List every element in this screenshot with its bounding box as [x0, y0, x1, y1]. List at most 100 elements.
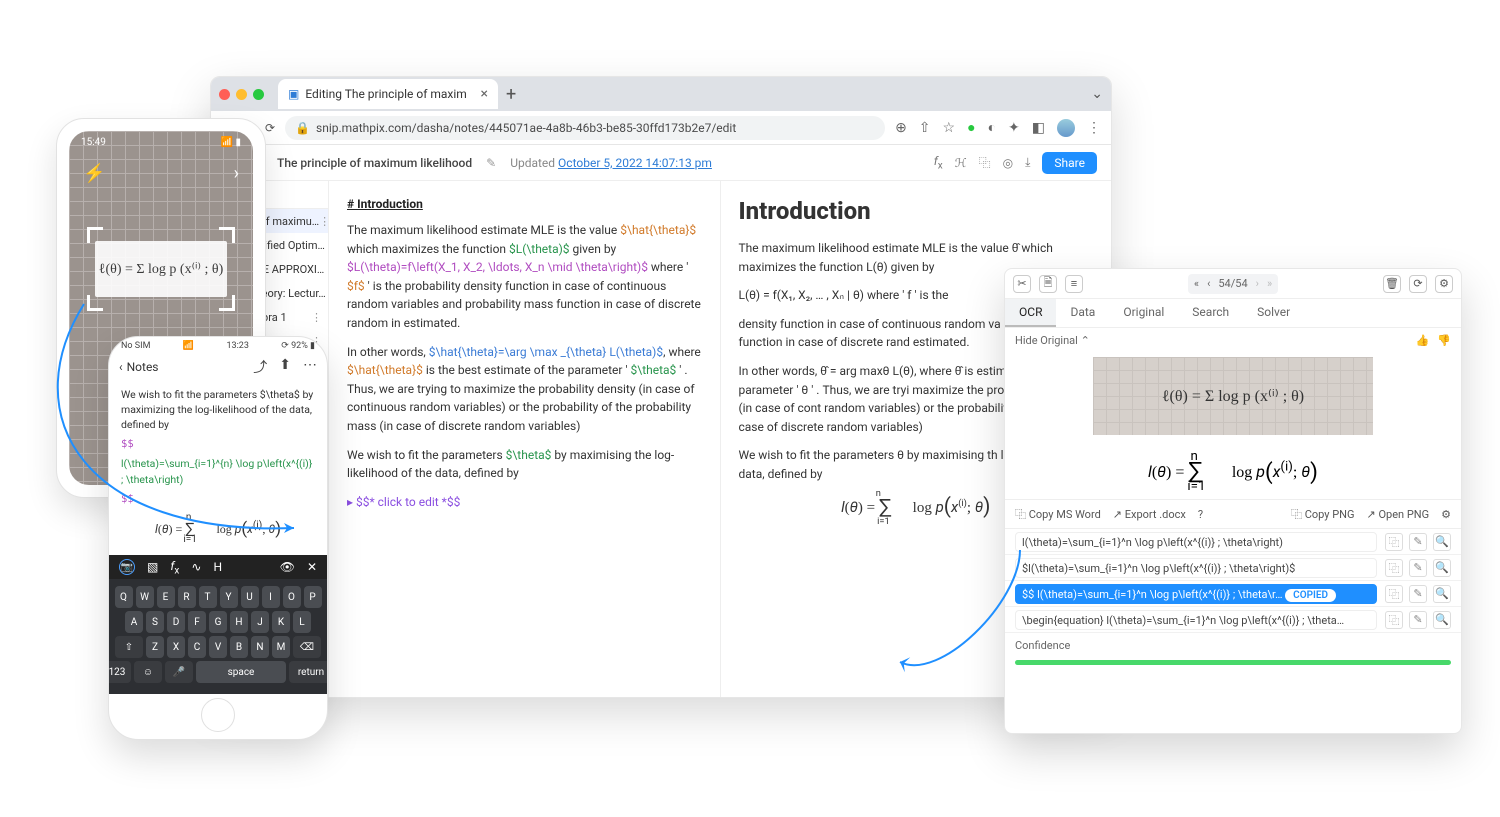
copy-icon[interactable]: ⿻	[1385, 559, 1403, 577]
next-icon[interactable]: ›	[1256, 277, 1259, 290]
key[interactable]: U	[241, 586, 259, 608]
star-icon[interactable]: ☆	[943, 120, 956, 136]
key[interactable]: X	[167, 636, 185, 658]
eye-icon[interactable]: 👁	[280, 560, 295, 574]
key[interactable]: N	[251, 636, 269, 658]
first-icon[interactable]: «	[1194, 277, 1199, 290]
space-key[interactable]: space	[196, 661, 286, 683]
item-menu-icon[interactable]: ⋮	[311, 311, 322, 324]
key[interactable]: H	[230, 611, 248, 633]
copy-icon[interactable]: ⿻	[1385, 585, 1403, 603]
extensions-icon[interactable]: ✦	[1008, 120, 1020, 136]
chevron-right-icon[interactable]: ›	[234, 163, 239, 184]
copy-icon[interactable]: ⿻	[1385, 611, 1403, 629]
key[interactable]: A	[125, 611, 143, 633]
download-icon[interactable]: ⤓	[1025, 155, 1030, 170]
search-icon[interactable]: 🔍	[1433, 533, 1451, 551]
key[interactable]: J	[251, 611, 269, 633]
scribble-icon[interactable]: ∿	[191, 560, 201, 574]
help-icon[interactable]: ?	[1198, 508, 1203, 521]
tab-solver[interactable]: Solver	[1243, 299, 1304, 327]
kebab-icon[interactable]: ⋮	[1087, 120, 1101, 136]
edit-icon[interactable]: ✎	[1409, 585, 1427, 603]
code-text[interactable]: $$ l(\theta)=\sum_{i=1}^n \log p\left(x^…	[1015, 584, 1377, 604]
copy-png-button[interactable]: ⿻ Copy PNG	[1291, 506, 1355, 522]
edit-icon[interactable]: ✎	[1409, 533, 1427, 551]
new-tab-button[interactable]: +	[506, 84, 516, 105]
updated-time-link[interactable]: October 5, 2022 14:07:13 pm	[558, 156, 712, 170]
key[interactable]: S	[146, 611, 164, 633]
export-docx-button[interactable]: ↗ Export .docx	[1113, 508, 1186, 521]
more-icon[interactable]: ⋯	[303, 357, 317, 377]
key[interactable]: W	[136, 586, 154, 608]
profile-avatar[interactable]	[1057, 119, 1075, 137]
return-key[interactable]: return	[289, 661, 328, 683]
capture-icon[interactable]: ✂	[1013, 275, 1031, 293]
key[interactable]: R	[178, 586, 196, 608]
key[interactable]: T	[199, 586, 217, 608]
refresh-icon[interactable]: ⟳	[1409, 275, 1427, 293]
edit-icon[interactable]: ✎	[1409, 611, 1427, 629]
home-button[interactable]	[201, 698, 235, 732]
search-icon[interactable]: 🔍	[1433, 559, 1451, 577]
thumb-up-icon[interactable]: 👍	[1416, 334, 1430, 347]
key[interactable]: D	[167, 611, 185, 633]
tab-data[interactable]: Data	[1056, 299, 1109, 327]
key[interactable]: Y	[220, 586, 238, 608]
key[interactable]: M	[272, 636, 290, 658]
search-icon[interactable]: 🔍	[1433, 611, 1451, 629]
item-menu-icon[interactable]: ⋮	[319, 215, 328, 228]
minimize-dot[interactable]	[236, 89, 247, 100]
code-text[interactable]: $l(\theta)=\sum_{i=1}^n \log p\left(x^{(…	[1015, 558, 1377, 578]
item-menu-icon[interactable]: ⋮	[325, 239, 328, 252]
history-nav[interactable]: « ‹ 54/54 › »	[1188, 274, 1278, 294]
mic-key[interactable]: 🎤	[165, 661, 193, 683]
key[interactable]: Q	[115, 586, 133, 608]
settings-icon[interactable]: ⚙	[1441, 508, 1451, 521]
image-icon[interactable]: ▧	[147, 560, 158, 574]
tab-ocr[interactable]: OCR	[1005, 299, 1056, 327]
maximize-dot[interactable]	[253, 89, 264, 100]
key[interactable]: G	[209, 611, 227, 633]
share-icon[interactable]: ⇧	[919, 120, 931, 136]
key[interactable]: L	[293, 611, 311, 633]
tabs-chevron-icon[interactable]: ⌄	[1091, 86, 1103, 102]
code-text[interactable]: l(\theta)=\sum_{i=1}^n \log p\left(x^{(i…	[1015, 532, 1377, 552]
tab-original[interactable]: Original	[1109, 299, 1178, 327]
upload-icon[interactable]: ⬆	[279, 357, 291, 377]
last-icon[interactable]: »	[1267, 277, 1272, 290]
flash-icon[interactable]: ⚡	[83, 163, 105, 184]
crop-frame[interactable]: ℓ(θ) = Σ log p (x⁽ⁱ⁾ ; θ)	[87, 227, 235, 311]
code-text[interactable]: \begin{equation} l(\theta)=\sum_{i=1}^n …	[1015, 610, 1377, 630]
key[interactable]: C	[188, 636, 206, 658]
copy-word-button[interactable]: ⿻ Copy MS Word	[1015, 506, 1101, 522]
close-icon[interactable]: ✕	[307, 560, 317, 574]
share-icon[interactable]: ⤴	[253, 357, 267, 377]
close-dot[interactable]	[219, 89, 230, 100]
key[interactable]: K	[272, 611, 290, 633]
tab-search[interactable]: Search	[1178, 299, 1243, 327]
click-to-edit[interactable]: ▸ $$* click to edit *$$	[347, 493, 702, 512]
open-png-button[interactable]: ↗ Open PNG	[1367, 508, 1430, 521]
extension-dot2-icon[interactable]: ◐	[988, 119, 996, 136]
close-tab-icon[interactable]: ×	[481, 86, 488, 102]
key[interactable]: I	[262, 586, 280, 608]
url-box[interactable]: 🔒 snip.mathpix.com/dasha/notes/445071ae-…	[285, 116, 885, 140]
reload-icon[interactable]: ⟳	[265, 121, 275, 135]
emoji-key[interactable]: ☺	[134, 661, 162, 683]
trash-icon[interactable]: 🗑	[1383, 275, 1401, 293]
heading-icon[interactable]: H	[213, 560, 222, 574]
key[interactable]: V	[209, 636, 227, 658]
copy-icon[interactable]: ⿻	[979, 154, 991, 171]
key[interactable]: B	[230, 636, 248, 658]
search-icon[interactable]: 🔍	[1433, 585, 1451, 603]
list-icon[interactable]: ≡	[1065, 275, 1083, 293]
fx-icon[interactable]: fx	[934, 154, 943, 171]
browser-tab[interactable]: ▣ Editing The principle of maxim ×	[278, 79, 498, 109]
zoom-icon[interactable]: ⊕	[895, 120, 907, 136]
eye-icon[interactable]: ◎	[1003, 156, 1013, 170]
source-pane[interactable]: # Introduction The maximum likelihood es…	[329, 181, 721, 697]
extension-dot-icon[interactable]: ●	[967, 119, 975, 136]
edit-pencil-icon[interactable]: ✎	[486, 156, 496, 170]
item-menu-icon[interactable]: ⋮	[326, 287, 328, 300]
